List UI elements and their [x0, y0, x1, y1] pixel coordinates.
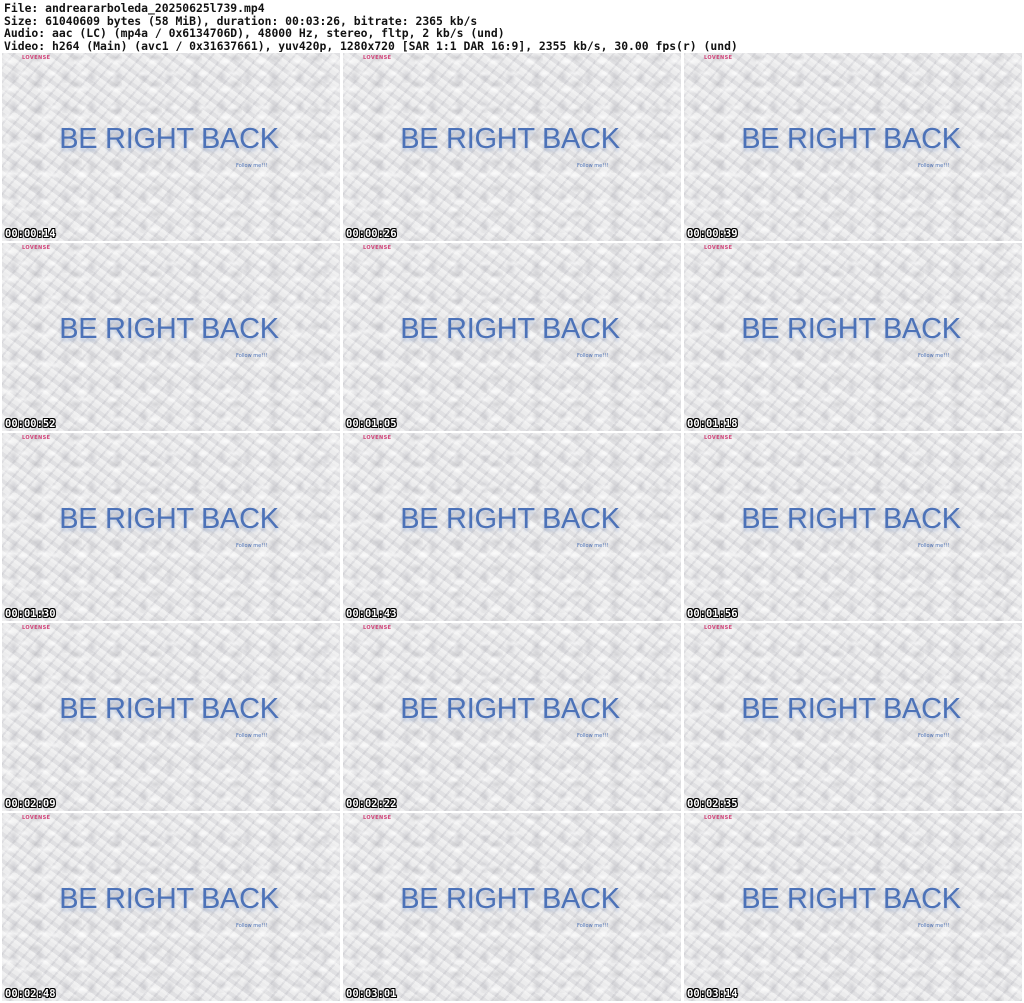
follow-me-text: Follow me!!!	[918, 543, 950, 549]
thumbnail-frame: LOVENSE BE RIGHT BACK Follow me!!! 00:03:14	[684, 813, 1022, 1001]
lovense-logo: LOVENSE	[704, 55, 733, 61]
lovense-logo: LOVENSE	[704, 245, 733, 251]
be-right-back-text: BE RIGHT BACK	[59, 123, 279, 155]
thumbnail-timestamp: 00:01:18	[687, 418, 738, 430]
thumbnail-timestamp: 00:03:14	[687, 988, 738, 1000]
follow-me-text: Follow me!!!	[918, 733, 950, 739]
lovense-logo: LOVENSE	[22, 55, 51, 61]
be-right-back-text: BE RIGHT BACK	[400, 503, 620, 535]
be-right-back-text: BE RIGHT BACK	[741, 313, 961, 345]
thumbnail-frame: LOVENSE BE RIGHT BACK Follow me!!! 00:03:01	[343, 813, 681, 1001]
thumbnail-frame: LOVENSE BE RIGHT BACK Follow me!!! 00:00:26	[343, 53, 681, 241]
thumbnail-timestamp: 00:02:35	[687, 798, 738, 810]
lovense-logo: LOVENSE	[704, 625, 733, 631]
thumbnail-frame: LOVENSE BE RIGHT BACK Follow me!!! 00:01:56	[684, 433, 1022, 621]
thumbnail-timestamp: 00:02:09	[5, 798, 56, 810]
follow-me-text: Follow me!!!	[918, 163, 950, 169]
be-right-back-text: BE RIGHT BACK	[400, 883, 620, 915]
thumbnail-frame: LOVENSE BE RIGHT BACK Follow me!!! 00:00:14	[2, 53, 340, 241]
lovense-logo: LOVENSE	[363, 435, 392, 441]
be-right-back-text: BE RIGHT BACK	[59, 693, 279, 725]
thumbnail-timestamp: 00:01:56	[687, 608, 738, 620]
thumbnail-frame: LOVENSE BE RIGHT BACK Follow me!!! 00:01:18	[684, 243, 1022, 431]
thumbnail-timestamp: 00:03:01	[346, 988, 397, 1000]
follow-me-text: Follow me!!!	[236, 923, 268, 929]
file-info-header: File: andreararboleda_20250625l739.mp4 S…	[4, 2, 1020, 52]
be-right-back-text: BE RIGHT BACK	[59, 883, 279, 915]
lovense-logo: LOVENSE	[363, 245, 392, 251]
thumbnail-frame: LOVENSE BE RIGHT BACK Follow me!!! 00:02:09	[2, 623, 340, 811]
thumbnail-timestamp: 00:02:22	[346, 798, 397, 810]
thumbnail-timestamp: 00:01:05	[346, 418, 397, 430]
be-right-back-text: BE RIGHT BACK	[400, 123, 620, 155]
lovense-logo: LOVENSE	[363, 55, 392, 61]
follow-me-text: Follow me!!!	[236, 733, 268, 739]
thumbnail-grid: LOVENSE BE RIGHT BACK Follow me!!! 00:00:14…	[2, 53, 1022, 1003]
thumbnail-frame: LOVENSE BE RIGHT BACK Follow me!!! 00:02:35	[684, 623, 1022, 811]
thumbnail-frame: LOVENSE BE RIGHT BACK Follow me!!! 00:02:48	[2, 813, 340, 1001]
file-name-line: File: andreararboleda_20250625l739.mp4	[4, 2, 265, 15]
be-right-back-text: BE RIGHT BACK	[741, 503, 961, 535]
video-line: Video: h264 (Main) (avc1 / 0x31637661), …	[4, 38, 738, 53]
thumbnail-frame: LOVENSE BE RIGHT BACK Follow me!!! 00:01:05	[343, 243, 681, 431]
follow-me-text: Follow me!!!	[236, 353, 268, 359]
thumbnail-frame: LOVENSE BE RIGHT BACK Follow me!!! 00:02:22	[343, 623, 681, 811]
be-right-back-text: BE RIGHT BACK	[400, 313, 620, 345]
follow-me-text: Follow me!!!	[577, 163, 609, 169]
follow-me-text: Follow me!!!	[577, 733, 609, 739]
follow-me-text: Follow me!!!	[577, 353, 609, 359]
thumbnail-timestamp: 00:02:48	[5, 988, 56, 1000]
thumbnail-timestamp: 00:01:30	[5, 608, 56, 620]
thumbnail-timestamp: 00:00:39	[687, 228, 738, 240]
thumbnail-frame: LOVENSE BE RIGHT BACK Follow me!!! 00:00:39	[684, 53, 1022, 241]
lovense-logo: LOVENSE	[22, 435, 51, 441]
be-right-back-text: BE RIGHT BACK	[741, 123, 961, 155]
lovense-logo: LOVENSE	[22, 245, 51, 251]
thumbnail-frame: LOVENSE BE RIGHT BACK Follow me!!! 00:00:52	[2, 243, 340, 431]
thumbnail-timestamp: 00:00:26	[346, 228, 397, 240]
be-right-back-text: BE RIGHT BACK	[59, 313, 279, 345]
thumbnail-frame: LOVENSE BE RIGHT BACK Follow me!!! 00:01:30	[2, 433, 340, 621]
follow-me-text: Follow me!!!	[236, 543, 268, 549]
lovense-logo: LOVENSE	[363, 625, 392, 631]
thumbnail-timestamp: 00:01:43	[346, 608, 397, 620]
follow-me-text: Follow me!!!	[577, 923, 609, 929]
follow-me-text: Follow me!!!	[577, 543, 609, 549]
be-right-back-text: BE RIGHT BACK	[59, 503, 279, 535]
follow-me-text: Follow me!!!	[918, 353, 950, 359]
lovense-logo: LOVENSE	[363, 815, 392, 821]
follow-me-text: Follow me!!!	[236, 163, 268, 169]
lovense-logo: LOVENSE	[22, 815, 51, 821]
be-right-back-text: BE RIGHT BACK	[741, 883, 961, 915]
thumbnail-timestamp: 00:00:14	[5, 228, 56, 240]
follow-me-text: Follow me!!!	[918, 923, 950, 929]
lovense-logo: LOVENSE	[704, 815, 733, 821]
lovense-logo: LOVENSE	[22, 625, 51, 631]
thumbnail-timestamp: 00:00:52	[5, 418, 56, 430]
thumbnail-frame: LOVENSE BE RIGHT BACK Follow me!!! 00:01:43	[343, 433, 681, 621]
be-right-back-text: BE RIGHT BACK	[400, 693, 620, 725]
be-right-back-text: BE RIGHT BACK	[741, 693, 961, 725]
audio-line: Audio: aac (LC) (mp4a / 0x6134706D), 480…	[4, 26, 505, 41]
lovense-logo: LOVENSE	[704, 435, 733, 441]
